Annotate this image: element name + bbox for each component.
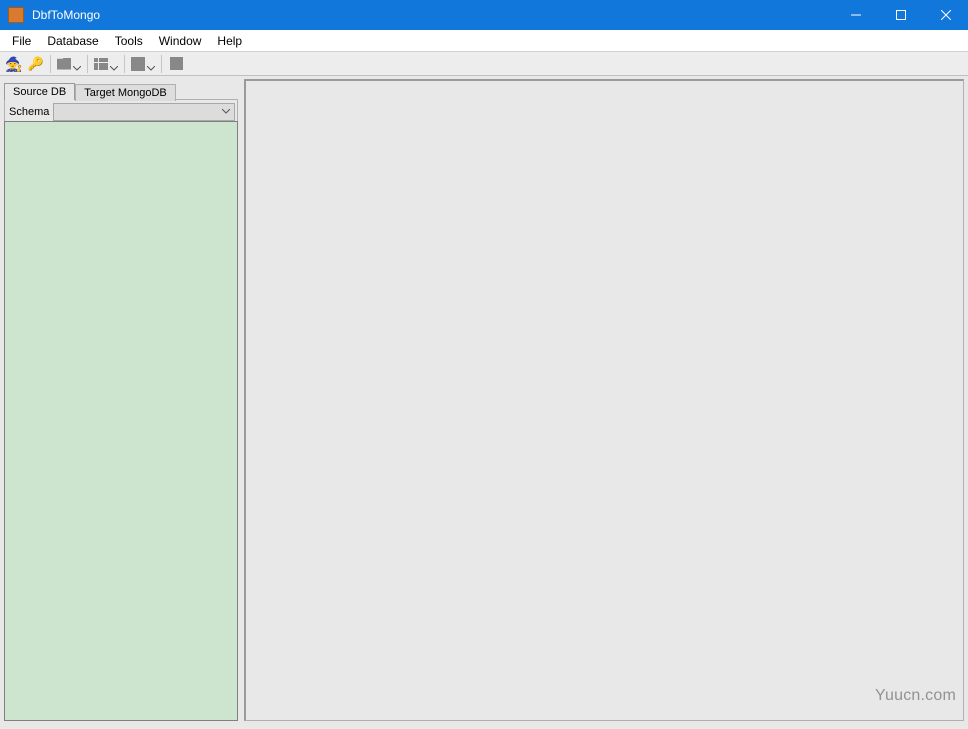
key-button[interactable]: 🔑 [26,54,46,74]
schema-select[interactable] [53,103,235,121]
content-area [244,79,964,721]
menu-database[interactable]: Database [39,32,106,50]
menubar: File Database Tools Window Help [0,30,968,52]
action-icon [131,57,145,71]
menu-tools[interactable]: Tools [107,32,151,50]
toolbar-separator [87,55,88,73]
stop-button[interactable] [166,54,186,74]
app-icon [8,7,24,23]
wizard-button[interactable]: 🧙 [4,54,24,74]
open-dropdown[interactable] [55,54,83,74]
window-title: DbfToMongo [32,8,100,22]
stop-icon [170,57,183,70]
chevron-down-icon [73,60,81,68]
tab-target-mongodb[interactable]: Target MongoDB [75,84,176,101]
tabs-row: Source DB Target MongoDB [4,79,238,99]
folder-icon [57,58,71,70]
close-button[interactable] [923,0,968,30]
maximize-button[interactable] [878,0,923,30]
grid-dropdown[interactable] [92,54,120,74]
wizard-icon: 🧙 [5,57,22,71]
source-list-area[interactable] [4,121,238,721]
toolbar-separator [124,55,125,73]
action-dropdown[interactable] [129,54,157,74]
schema-label: Schema [9,106,49,118]
left-panel: Source DB Target MongoDB Schema [4,79,238,721]
titlebar: DbfToMongo [0,0,968,30]
toolbar-separator [50,55,51,73]
chevron-down-icon [110,60,118,68]
schema-row: Schema [4,99,238,121]
grid-icon [94,58,108,70]
toolbar-separator [161,55,162,73]
menu-window[interactable]: Window [151,32,210,50]
tab-source-db[interactable]: Source DB [4,83,75,100]
menu-help[interactable]: Help [209,32,250,50]
toolbar: 🧙 🔑 [0,52,968,76]
chevron-down-icon [147,60,155,68]
menu-file[interactable]: File [4,32,39,50]
watermark: Yuucn.com [875,687,956,705]
body-area: Source DB Target MongoDB Schema [0,76,968,729]
key-icon: 🔑 [28,57,44,70]
minimize-button[interactable] [833,0,878,30]
